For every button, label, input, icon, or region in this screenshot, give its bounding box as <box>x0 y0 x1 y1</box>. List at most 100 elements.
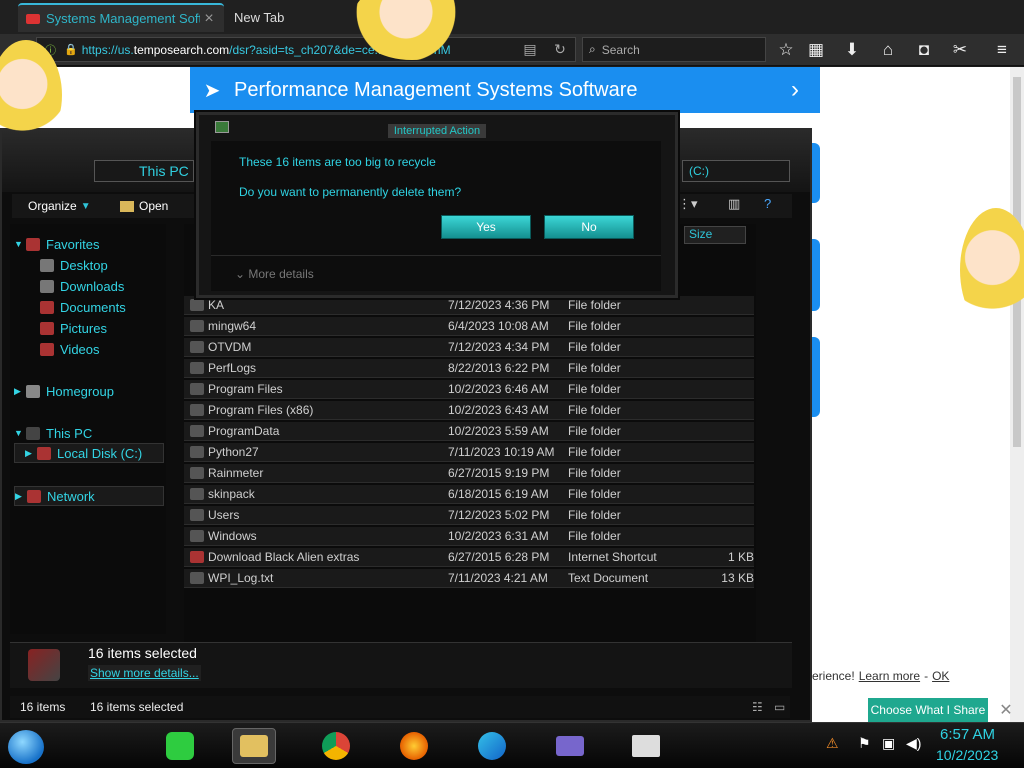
file-date: 6/18/2015 6:19 AM <box>448 487 549 501</box>
download-icon[interactable]: ⬇ <box>840 39 864 61</box>
file-row[interactable]: ProgramData 10/2/2023 5:59 AM File folder <box>184 422 754 441</box>
firefox-icon[interactable] <box>392 728 436 764</box>
file-row[interactable]: Program Files 10/2/2023 6:46 AM File folde… <box>184 380 754 399</box>
notes-app-icon[interactable] <box>158 728 202 764</box>
file-row[interactable]: Python27 7/11/2023 10:19 AM File folder <box>184 443 754 462</box>
organize-button[interactable]: Organize ▼ <box>28 196 91 216</box>
expand-icon[interactable]: ▼ <box>14 428 26 438</box>
url-bar[interactable]: ⓘ 🔒 https://us.temposearch.com/dsr?asid=… <box>36 37 576 62</box>
banner-title: Performance Management Systems Software <box>234 78 638 101</box>
reload-icon[interactable]: ↻ <box>545 41 575 58</box>
learn-more-link[interactable]: Learn more <box>859 669 920 683</box>
nav-local-disk[interactable]: ▶ Local Disk (C:) <box>14 443 164 463</box>
file-row[interactable]: skinpack 6/18/2015 6:19 AM File folder <box>184 485 754 504</box>
file-type: File folder <box>568 445 621 459</box>
folder-icon <box>190 299 204 311</box>
home-icon[interactable]: ⌂ <box>876 39 900 61</box>
address-bar[interactable]: This PC <box>94 160 194 182</box>
more-details-toggle[interactable]: ⌄ More details <box>235 267 314 281</box>
folder-icon <box>190 488 204 500</box>
preview-pane-icon[interactable]: ▥ <box>728 196 740 216</box>
show-more-details-link[interactable]: Show more details... <box>88 665 201 681</box>
cookie-ok-link[interactable]: OK <box>932 669 949 683</box>
nav-videos[interactable]: Videos <box>40 339 100 359</box>
edge-can-icon[interactable] <box>470 728 514 764</box>
shortcut-icon <box>190 551 204 563</box>
clock-time[interactable]: 6:57 AM <box>940 726 995 743</box>
extension-icon[interactable]: ✂ <box>948 39 972 61</box>
nav-homegroup[interactable]: ▶ Homegroup <box>14 381 114 401</box>
taskbar: ⚠ ⚑ ▣ ◀) 6:57 AM 10/2/2023 <box>0 722 1024 768</box>
file-name: OTVDM <box>208 340 252 354</box>
documents-icon <box>40 300 54 314</box>
yes-button[interactable]: Yes <box>441 215 531 239</box>
divider <box>211 255 661 256</box>
notification-icon[interactable]: ⚠ <box>826 735 839 752</box>
desktop: Systems Management Software × New Tab ⓘ … <box>0 0 1024 768</box>
file-date: 8/22/2013 6:22 PM <box>448 361 550 375</box>
page-banner[interactable]: ➤ Performance Management Systems Softwar… <box>190 67 820 113</box>
file-explorer-icon[interactable] <box>232 728 276 764</box>
close-icon[interactable]: ✕ <box>996 700 1016 720</box>
file-date: 10/2/2023 6:46 AM <box>448 382 549 396</box>
file-row[interactable]: Program Files (x86) 10/2/2023 6:43 AM File… <box>184 401 754 420</box>
view-options-icon[interactable]: ⋮▾ <box>678 196 698 216</box>
file-type: File folder <box>568 361 621 375</box>
file-row[interactable]: WPI_Log.txt 7/11/2023 4:21 AM Text Documen… <box>184 569 754 588</box>
file-row[interactable]: KA 7/12/2023 4:36 PM File folder <box>184 296 754 315</box>
nav-favorites[interactable]: ▼ Favorites <box>14 234 99 254</box>
reading-list-icon[interactable]: ▦ <box>804 39 828 61</box>
open-button[interactable]: Open <box>120 196 168 216</box>
network-tray-icon[interactable]: ▣ <box>882 735 895 752</box>
nav-documents[interactable]: Documents <box>40 297 126 317</box>
expand-icon[interactable]: ▼ <box>14 239 26 249</box>
expand-icon[interactable]: ▶ <box>14 386 26 397</box>
file-row[interactable]: Windows 10/2/2023 6:31 AM File folder <box>184 527 754 546</box>
tiles-view-icon[interactable]: ▭ <box>774 700 785 714</box>
clock-date[interactable]: 10/2/2023 <box>936 747 998 763</box>
file-row[interactable]: Rainmeter 6/27/2015 9:19 PM File folder <box>184 464 754 483</box>
page-scrollbar[interactable] <box>1010 67 1024 722</box>
browser-tab-strip: Systems Management Software × New Tab <box>0 0 1024 34</box>
start-button[interactable] <box>8 730 44 764</box>
menu-icon[interactable]: ≡ <box>990 39 1014 61</box>
monitor-app-icon[interactable] <box>624 728 668 764</box>
no-button[interactable]: No <box>544 215 634 239</box>
expand-icon[interactable]: ▶ <box>15 491 27 502</box>
pocket-icon[interactable]: ◘ <box>912 39 936 61</box>
tab-new-tab[interactable]: New Tab <box>226 3 346 32</box>
nav-pictures[interactable]: Pictures <box>40 318 107 338</box>
folder-icon <box>190 383 204 395</box>
window-app-icon[interactable] <box>548 728 592 764</box>
search-icon: ⌕ <box>589 42 596 56</box>
nav-desktop[interactable]: Desktop <box>40 255 108 275</box>
tab-systems-management[interactable]: Systems Management Software × <box>18 3 224 32</box>
chevron-right-icon[interactable]: › <box>770 76 820 104</box>
file-date: 7/12/2023 5:02 PM <box>448 508 550 522</box>
column-header-size[interactable]: Size <box>684 226 746 244</box>
file-type: Text Document <box>568 571 649 585</box>
flag-icon[interactable]: ⚑ <box>858 735 871 752</box>
choose-what-i-share-button[interactable]: Choose What I Share <box>868 698 988 722</box>
nav-network[interactable]: ▶ Network <box>14 486 164 506</box>
help-icon[interactable]: ? <box>764 196 771 216</box>
file-row[interactable]: mingw64 6/4/2023 10:08 AM File folder <box>184 317 754 336</box>
folder-icon <box>190 320 204 332</box>
search-input[interactable]: ⌕ Search <box>582 37 766 62</box>
expand-icon[interactable]: ▶ <box>25 448 37 459</box>
nav-downloads[interactable]: Downloads <box>40 276 124 296</box>
details-view-icon[interactable]: ☷ <box>752 700 763 714</box>
nav-this-pc[interactable]: ▼ This PC <box>14 423 92 443</box>
file-row[interactable]: OTVDM 7/12/2023 4:34 PM File folder <box>184 338 754 357</box>
file-row[interactable]: Download Black Alien extras 6/27/2015 6:2… <box>184 548 754 567</box>
volume-icon[interactable]: ◀) <box>906 735 921 752</box>
address-bar-end[interactable]: (C:) <box>682 160 790 182</box>
close-tab-icon[interactable]: × <box>200 10 218 28</box>
file-row[interactable]: PerfLogs 8/22/2013 6:22 PM File folder <box>184 359 754 378</box>
file-name: mingw64 <box>208 319 257 333</box>
chrome-icon[interactable] <box>314 728 358 764</box>
bookmark-star-icon[interactable]: ☆ <box>774 39 798 61</box>
reader-view-icon[interactable]: ▤ <box>515 41 545 58</box>
file-row[interactable]: Users 7/12/2023 5:02 PM File folder <box>184 506 754 525</box>
details-pane: 16 items selected Show more details... <box>10 642 792 688</box>
